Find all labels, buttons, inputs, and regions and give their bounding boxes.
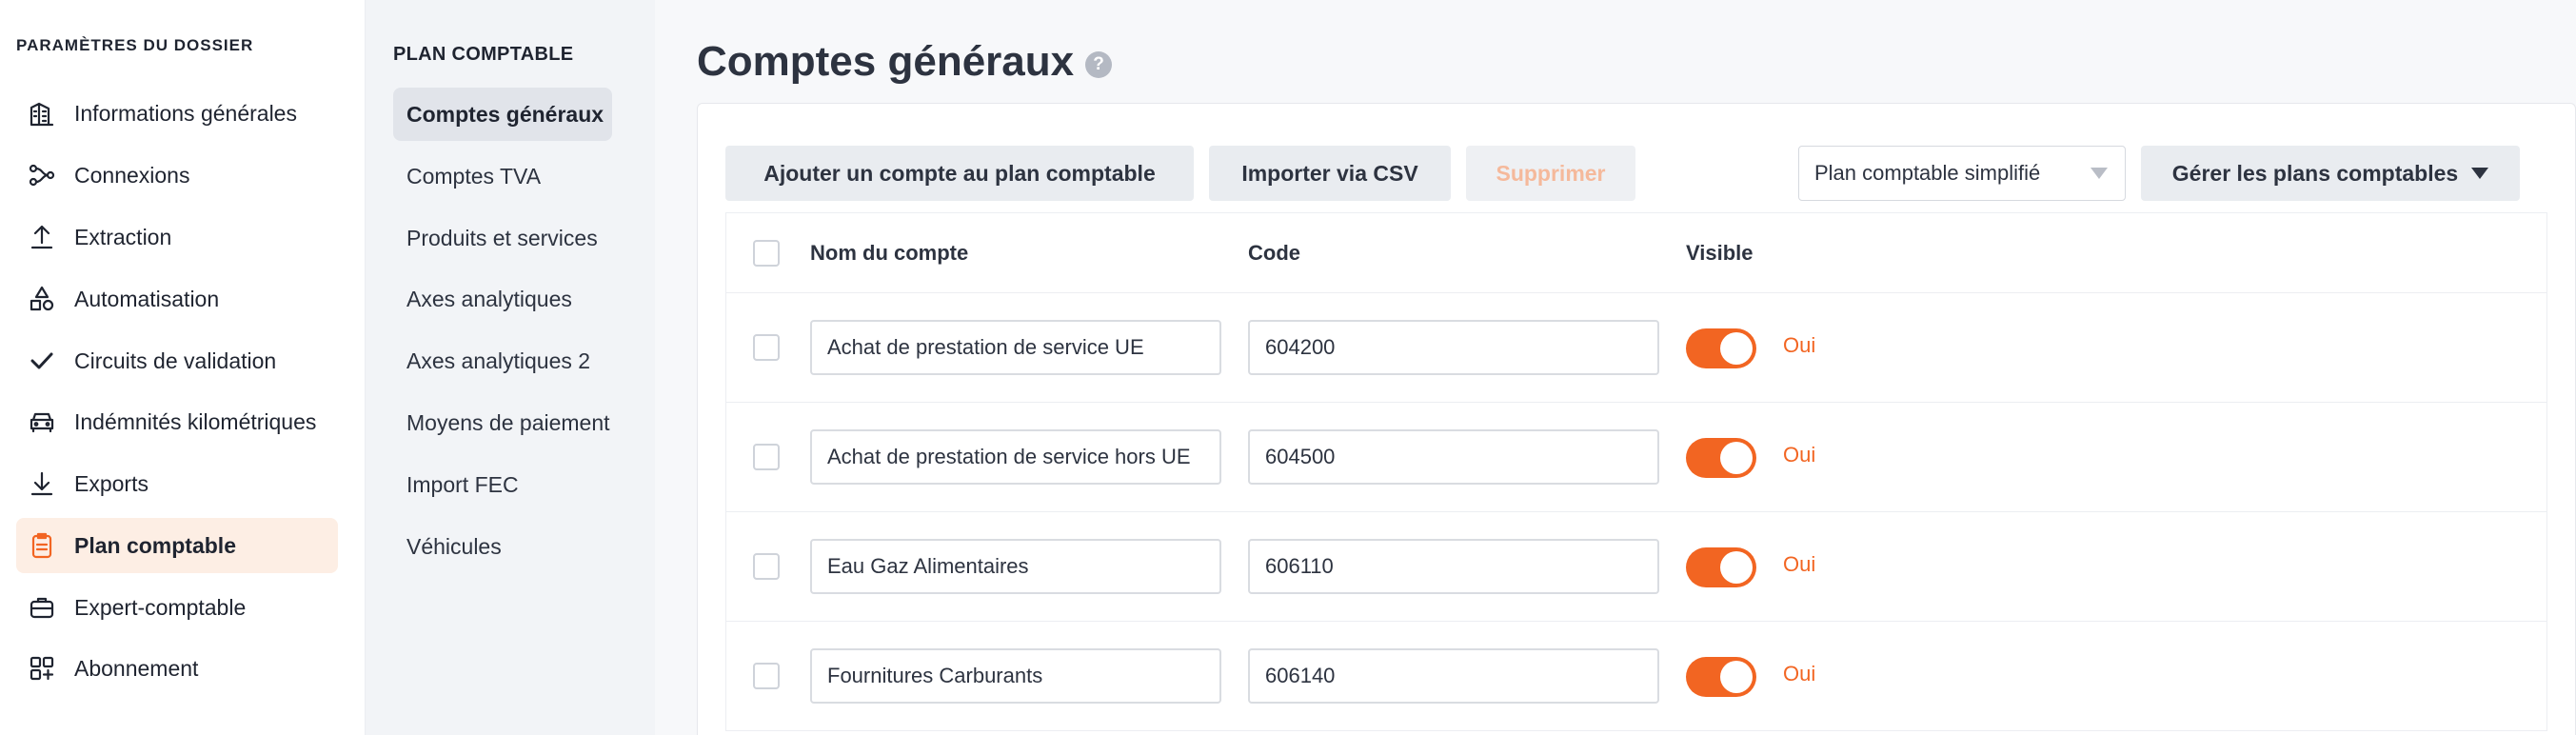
sidebar-item-automatisation[interactable]: Automatisation — [16, 271, 338, 327]
subnav-title: PLAN COMPTABLE — [393, 44, 574, 65]
chevron-down-icon — [2091, 168, 2108, 179]
sidebar-item-indemnites-kilometriques[interactable]: Indémnités kilométriques — [16, 394, 338, 449]
column-header-code: Code — [1248, 241, 1300, 265]
sidebar-item-label: Circuits de validation — [74, 348, 277, 373]
plan-select[interactable]: Plan comptable simplifié — [1798, 146, 2126, 201]
toggle-knob — [1720, 442, 1753, 474]
plan-comptable-subnav: PLAN COMPTABLE Comptes généraux Comptes … — [366, 0, 655, 735]
toggle-knob — [1720, 551, 1753, 584]
sidebar-title: PARAMÈTRES DU DOSSIER — [16, 36, 254, 54]
table-header: Nom du compte Code Visible — [726, 213, 2546, 293]
accounts-table: Nom du compte Code Visible Achat de pres… — [725, 212, 2547, 731]
subnav-item-import-fec[interactable]: Import FEC — [393, 458, 612, 511]
sidebar-item-label: Automatisation — [74, 286, 220, 311]
column-header-visible: Visible — [1686, 241, 1754, 265]
visible-toggle[interactable] — [1686, 657, 1756, 697]
account-name-input[interactable]: Fournitures Carburants — [810, 648, 1221, 704]
sidebar-item-label: Exports — [74, 470, 149, 496]
table-row: Eau Gaz Alimentaires 606110 Oui — [726, 512, 2546, 622]
visible-label: Oui — [1783, 333, 1816, 357]
account-code-input[interactable]: 606140 — [1248, 648, 1659, 704]
sidebar-item-label: Abonnement — [74, 655, 199, 681]
row-checkbox[interactable] — [753, 553, 780, 580]
help-icon[interactable]: ? — [1085, 51, 1113, 78]
chevron-down-icon — [2471, 168, 2489, 179]
plan-select-value: Plan comptable simplifié — [1814, 161, 2041, 185]
import-csv-button[interactable]: Importer via CSV — [1209, 146, 1451, 201]
visible-label: Oui — [1783, 662, 1816, 685]
sidebar-item-connexions[interactable]: Connexions — [16, 148, 338, 203]
row-checkbox[interactable] — [753, 334, 780, 361]
subnav-item-produits-et-services[interactable]: Produits et services — [393, 211, 612, 265]
subnav-item-comptes-tva[interactable]: Comptes TVA — [393, 149, 612, 203]
sidebar-item-abonnement[interactable]: Abonnement — [16, 641, 338, 696]
visible-label: Oui — [1783, 552, 1816, 576]
connections-icon — [27, 160, 57, 190]
visible-toggle[interactable] — [1686, 328, 1756, 368]
main-content: Comptes généraux ? Ajouter un compte au … — [655, 0, 2576, 735]
car-icon — [27, 407, 57, 437]
page-title-wrapper: Comptes généraux ? — [697, 38, 1113, 86]
delete-button[interactable]: Supprimer — [1466, 146, 1635, 201]
row-checkbox[interactable] — [753, 663, 780, 689]
account-code-input[interactable]: 604500 — [1248, 429, 1659, 485]
visible-toggle[interactable] — [1686, 547, 1756, 587]
table-row: Achat de prestation de service UE 604200… — [726, 293, 2546, 403]
subnav-item-axes-analytiques-2[interactable]: Axes analytiques 2 — [393, 334, 612, 387]
download-icon — [27, 468, 57, 499]
sidebar-item-extraction[interactable]: Extraction — [16, 209, 338, 265]
column-header-name: Nom du compte — [810, 241, 969, 265]
grid-plus-icon — [27, 653, 57, 684]
sidebar-item-label: Indémnités kilométriques — [74, 408, 317, 434]
subnav-item-comptes-generaux[interactable]: Comptes généraux — [393, 88, 612, 141]
sidebar-item-label: Connexions — [74, 162, 190, 188]
briefcase-icon — [27, 592, 57, 623]
account-code-input[interactable]: 604200 — [1248, 320, 1659, 375]
account-name-input[interactable]: Achat de prestation de service UE — [810, 320, 1221, 375]
sidebar-item-label: Expert-comptable — [74, 594, 247, 620]
row-checkbox[interactable] — [753, 444, 780, 470]
settings-sidebar: PARAMÈTRES DU DOSSIER Informations génér… — [0, 0, 366, 735]
subnav-item-vehicules[interactable]: Véhicules — [393, 520, 612, 573]
account-code-input[interactable]: 606110 — [1248, 539, 1659, 594]
sidebar-item-expert-comptable[interactable]: Expert-comptable — [16, 580, 338, 635]
upload-icon — [27, 222, 57, 252]
account-name-input[interactable]: Achat de prestation de service hors UE — [810, 429, 1221, 485]
sidebar-item-label: Extraction — [74, 224, 172, 249]
toggle-knob — [1720, 332, 1753, 365]
building-icon — [27, 98, 57, 129]
account-name-input[interactable]: Eau Gaz Alimentaires — [810, 539, 1221, 594]
visible-toggle[interactable] — [1686, 438, 1756, 478]
sidebar-item-plan-comptable[interactable]: Plan comptable — [16, 518, 338, 573]
subnav-item-axes-analytiques[interactable]: Axes analytiques — [393, 272, 612, 326]
manage-plans-label: Gérer les plans comptables — [2171, 160, 2459, 186]
subnav-item-moyens-de-paiement[interactable]: Moyens de paiement — [393, 396, 612, 449]
manage-plans-button[interactable]: Gérer les plans comptables — [2141, 146, 2520, 201]
select-all-checkbox[interactable] — [753, 240, 780, 267]
page-title: Comptes généraux — [697, 38, 1075, 85]
table-row: Achat de prestation de service hors UE 6… — [726, 403, 2546, 512]
check-icon — [27, 346, 57, 376]
clipboard-icon — [27, 530, 57, 561]
shapes-icon — [27, 284, 57, 314]
table-row: Fournitures Carburants 606140 Oui — [726, 622, 2546, 731]
visible-label: Oui — [1783, 443, 1816, 467]
sidebar-item-circuits-de-validation[interactable]: Circuits de validation — [16, 333, 338, 388]
toggle-knob — [1720, 661, 1753, 693]
sidebar-item-label: Plan comptable — [74, 532, 236, 558]
accounts-card: Ajouter un compte au plan comptable Impo… — [697, 103, 2576, 735]
sidebar-item-exports[interactable]: Exports — [16, 456, 338, 511]
add-account-button[interactable]: Ajouter un compte au plan comptable — [725, 146, 1194, 201]
sidebar-item-label: Informations générales — [74, 100, 297, 126]
sidebar-item-informations-generales[interactable]: Informations générales — [16, 86, 338, 141]
